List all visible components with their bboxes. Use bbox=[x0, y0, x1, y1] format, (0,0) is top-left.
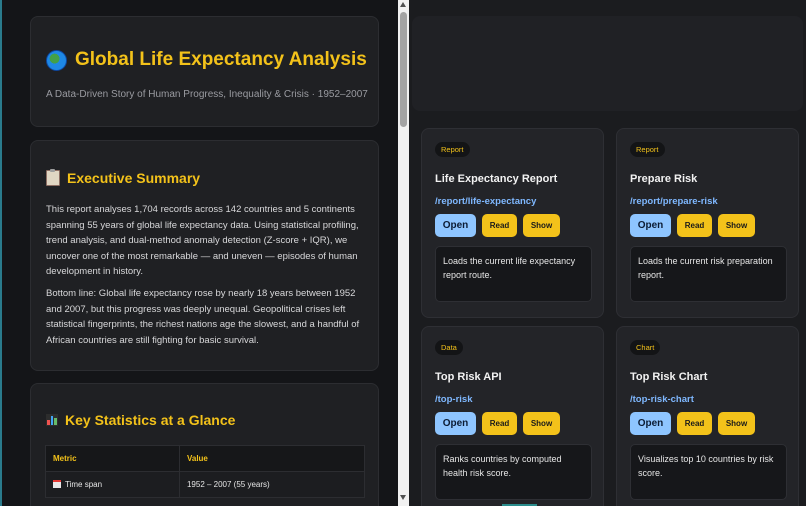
table-cell-value: 1952 – 2007 (55 years) bbox=[178, 471, 366, 498]
column-header-metric: Metric bbox=[45, 445, 180, 472]
show-button[interactable]: Show bbox=[718, 214, 755, 237]
read-button[interactable]: Read bbox=[677, 412, 712, 435]
route-badge: Data bbox=[435, 340, 463, 355]
scroll-up-arrow-icon[interactable] bbox=[400, 2, 406, 7]
show-button[interactable]: Show bbox=[523, 214, 560, 237]
route-title: Top Risk Chart bbox=[630, 371, 708, 383]
summary-paragraph-2: Bottom line: Global life expectancy rose… bbox=[46, 288, 360, 346]
route-description: Ranks countries by computed health risk … bbox=[435, 444, 592, 500]
open-button[interactable]: Open bbox=[435, 214, 476, 237]
summary-paragraph-1: This report analyses 1,704 records acros… bbox=[46, 204, 359, 277]
show-button[interactable]: Show bbox=[523, 412, 560, 435]
executive-summary-heading: Executive Summary bbox=[46, 169, 201, 186]
route-title: Top Risk API bbox=[435, 371, 502, 383]
route-description: Visualizes top 10 countries by risk scor… bbox=[630, 444, 787, 500]
calendar-icon bbox=[53, 480, 61, 488]
route-description: Loads the current life expectancy report… bbox=[435, 246, 592, 302]
clipboard-icon bbox=[46, 169, 60, 186]
open-button[interactable]: Open bbox=[435, 412, 476, 435]
read-button[interactable]: Read bbox=[482, 412, 517, 435]
column-header-value: Value bbox=[178, 445, 366, 472]
route-path-link[interactable]: /report/life-expectancy bbox=[435, 196, 536, 207]
route-title: Life Expectancy Report bbox=[435, 173, 558, 185]
executive-summary-card: Executive Summary This report analyses 1… bbox=[30, 140, 379, 371]
table-cell-metric: Time span bbox=[45, 471, 180, 498]
bar-chart-icon bbox=[46, 414, 58, 426]
route-card-top-risk-chart: Chart Top Risk Chart /top-risk-chart Ope… bbox=[616, 326, 799, 506]
open-button[interactable]: Open bbox=[630, 412, 671, 435]
report-pane: Global Life Expectancy Analysis A Data-D… bbox=[0, 0, 398, 506]
show-button[interactable]: Show bbox=[718, 412, 755, 435]
route-description: Loads the current risk preparation repor… bbox=[630, 246, 787, 302]
route-card-top-risk-api: Data Top Risk API /top-risk Open Read Sh… bbox=[421, 326, 604, 506]
read-button[interactable]: Read bbox=[677, 214, 712, 237]
table-row: Time span 1952 – 2007 (55 years) bbox=[45, 471, 366, 498]
route-title: Prepare Risk bbox=[630, 173, 698, 185]
report-title: Global Life Expectancy Analysis bbox=[46, 49, 367, 71]
routes-pane: Report Life Expectancy Report /report/li… bbox=[409, 0, 806, 506]
read-button[interactable]: Read bbox=[482, 214, 517, 237]
executive-summary-heading-text: Executive Summary bbox=[67, 170, 201, 186]
open-button[interactable]: Open bbox=[630, 214, 671, 237]
table-header-row: Metric Value bbox=[45, 445, 366, 472]
key-statistics-table: Metric Value Time span 1952 – 2007 (55 y… bbox=[45, 445, 366, 498]
key-statistics-heading-text: Key Statistics at a Glance bbox=[65, 412, 236, 428]
scroll-down-arrow-icon[interactable] bbox=[400, 495, 406, 500]
route-path-link[interactable]: /top-risk-chart bbox=[630, 394, 694, 405]
route-card-life-expectancy-report: Report Life Expectancy Report /report/li… bbox=[421, 128, 604, 318]
route-card-prepare-risk: Report Prepare Risk /report/prepare-risk… bbox=[616, 128, 799, 318]
key-statistics-heading: Key Statistics at a Glance bbox=[46, 412, 235, 428]
route-path-link[interactable]: /report/prepare-risk bbox=[630, 196, 718, 207]
route-badge: Report bbox=[435, 142, 470, 157]
route-path-link[interactable]: /top-risk bbox=[435, 394, 472, 405]
key-statistics-card: Key Statistics at a Glance Metric Value … bbox=[30, 383, 379, 506]
report-header-card: Global Life Expectancy Analysis A Data-D… bbox=[30, 16, 379, 127]
globe-icon bbox=[46, 49, 67, 71]
report-title-text: Global Life Expectancy Analysis bbox=[75, 49, 367, 70]
routes-header-panel bbox=[412, 16, 803, 111]
report-subtitle: A Data-Driven Story of Human Progress, I… bbox=[46, 89, 368, 100]
scrollbar-thumb[interactable] bbox=[400, 12, 407, 127]
metric-label: Time span bbox=[65, 480, 103, 489]
vertical-scrollbar[interactable] bbox=[398, 0, 409, 506]
route-badge: Report bbox=[630, 142, 665, 157]
route-badge: Chart bbox=[630, 340, 661, 355]
